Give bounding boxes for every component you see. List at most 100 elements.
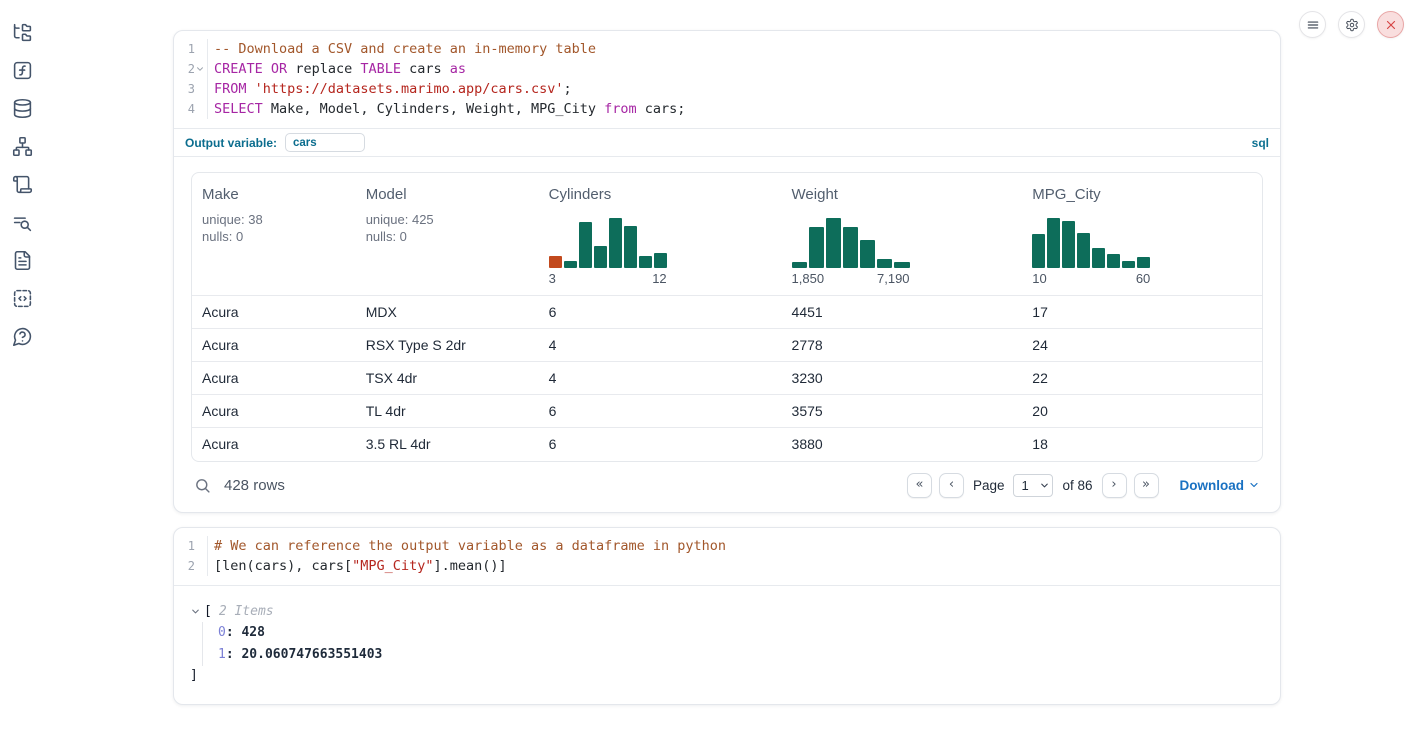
page-select[interactable]: 1 bbox=[1013, 474, 1053, 497]
table-cell: 6 bbox=[539, 395, 782, 428]
line-number: 3 bbox=[174, 79, 208, 99]
table-cell: 4451 bbox=[782, 296, 1023, 329]
table-cell: Acura bbox=[192, 329, 356, 362]
chevron-down-icon bbox=[190, 606, 201, 617]
histogram-bar bbox=[809, 227, 824, 268]
column-header-model[interactable]: Model unique: 425nulls: 0 bbox=[356, 173, 539, 296]
sidebar-item-code-snippet[interactable] bbox=[10, 286, 34, 310]
code-token: ].mean()] bbox=[433, 558, 506, 574]
first-page-button[interactable]: « bbox=[907, 473, 932, 498]
code-token bbox=[247, 81, 255, 97]
column-name: MPG_City bbox=[1032, 186, 1252, 203]
code-line[interactable]: 1# We can reference the output variable … bbox=[174, 536, 1280, 556]
table-cell: Acura bbox=[192, 428, 356, 461]
line-number: 2 bbox=[174, 556, 208, 576]
histogram-min-label: 1,850 bbox=[792, 271, 825, 286]
last-page-button[interactable]: » bbox=[1134, 473, 1159, 498]
column-name: Model bbox=[366, 186, 529, 203]
table-cell: TSX 4dr bbox=[356, 362, 539, 395]
column-header-weight[interactable]: Weight1,8507,190 bbox=[782, 173, 1023, 296]
histogram-bar bbox=[579, 222, 592, 268]
histogram-min-label: 10 bbox=[1032, 271, 1046, 286]
python-code-editor[interactable]: 1# We can reference the output variable … bbox=[174, 528, 1280, 585]
sidebar-item-help-bubble[interactable] bbox=[10, 324, 34, 348]
column-header-make[interactable]: Make unique: 38nulls: 0 bbox=[192, 173, 356, 296]
next-page-button[interactable]: › bbox=[1102, 473, 1127, 498]
histogram-bar bbox=[594, 246, 607, 268]
help-bubble-icon bbox=[12, 326, 33, 347]
tree-item[interactable]: 0: 428 bbox=[218, 622, 1263, 644]
table-row[interactable]: AcuraTL 4dr6357520 bbox=[192, 395, 1262, 428]
tree-root[interactable]: [ 2 Items bbox=[190, 602, 1263, 622]
code-line[interactable]: 1-- Download a CSV and create an in-memo… bbox=[174, 39, 1280, 59]
gear-button[interactable] bbox=[1338, 11, 1365, 38]
table-cell: 6 bbox=[539, 428, 782, 461]
tree-item[interactable]: 1: 20.060747663551403 bbox=[218, 644, 1263, 666]
code-token: # We can reference the output variable a… bbox=[214, 538, 726, 554]
code-token: replace bbox=[287, 61, 360, 77]
file-tree-icon bbox=[12, 22, 33, 43]
column-stat: unique: 38 bbox=[202, 211, 346, 228]
sql-cell: 1 -- Download a CSV and create an in-memo… bbox=[173, 30, 1281, 513]
sql-code-editor[interactable]: 1-- Download a CSV and create an in-memo… bbox=[174, 31, 1280, 128]
code-token: cars; bbox=[637, 101, 686, 117]
table-cell: MDX bbox=[356, 296, 539, 329]
sidebar-item-file-tree[interactable] bbox=[10, 20, 34, 44]
page-label: Page bbox=[973, 478, 1005, 493]
table-cell: 3575 bbox=[782, 395, 1023, 428]
sidebar-item-file-text[interactable] bbox=[10, 248, 34, 272]
code-line[interactable]: 4 SELECT Make, Model, Cylinders, Weight, … bbox=[174, 99, 1280, 119]
table-cell: 6 bbox=[539, 296, 782, 329]
column-name: Make bbox=[202, 186, 346, 203]
histogram-bar bbox=[1077, 233, 1090, 268]
column-name: Cylinders bbox=[549, 186, 772, 203]
output-variable-input[interactable] bbox=[285, 133, 365, 152]
python-cell: 1# We can reference the output variable … bbox=[173, 527, 1281, 705]
table-row[interactable]: AcuraTSX 4dr4323022 bbox=[192, 362, 1262, 395]
sidebar-item-logs-search[interactable] bbox=[10, 210, 34, 234]
table-row[interactable]: AcuraMDX6445117 bbox=[192, 296, 1262, 329]
histogram-bar bbox=[1122, 261, 1135, 268]
code-token: Make, Model, Cylinders, Weight, MPG_City bbox=[263, 101, 604, 117]
code-token: OR bbox=[271, 61, 287, 77]
column-header-mpg_city[interactable]: MPG_City1060 bbox=[1022, 173, 1262, 296]
column-stat: nulls: 0 bbox=[366, 228, 529, 245]
table-row[interactable]: AcuraRSX Type S 2dr4277824 bbox=[192, 329, 1262, 362]
code-token: "MPG_City" bbox=[352, 558, 433, 574]
histogram-bar bbox=[609, 218, 622, 268]
chevron-down-icon bbox=[195, 64, 205, 74]
sidebar-item-function-square[interactable] bbox=[10, 58, 34, 82]
search-icon[interactable] bbox=[194, 477, 211, 494]
sidebar-item-scroll[interactable] bbox=[10, 172, 34, 196]
download-link[interactable]: Download bbox=[1180, 477, 1261, 494]
histogram-bar bbox=[624, 226, 637, 268]
table-container: Makeunique: 38nulls: 0Modelunique: 425nu… bbox=[191, 172, 1263, 462]
code-line[interactable]: 2[len(cars), cars["MPG_City"].mean()] bbox=[174, 556, 1280, 576]
close-button[interactable] bbox=[1377, 11, 1404, 38]
column-stat: unique: 425 bbox=[366, 211, 529, 228]
sidebar-item-database[interactable] bbox=[10, 96, 34, 120]
language-badge: sql bbox=[1252, 136, 1269, 150]
histogram-bar bbox=[564, 261, 577, 268]
code-token: from bbox=[604, 101, 637, 117]
prev-page-button[interactable]: ‹ bbox=[939, 473, 964, 498]
menu-button[interactable] bbox=[1299, 11, 1326, 38]
table-row[interactable]: Acura3.5 RL 4dr6388018 bbox=[192, 428, 1262, 461]
code-line[interactable]: 3FROM 'https://datasets.marimo.app/cars.… bbox=[174, 79, 1280, 99]
column-header-cylinders[interactable]: Cylinders312 bbox=[539, 173, 782, 296]
line-number: 4 bbox=[174, 99, 208, 119]
table-body: AcuraMDX6445117AcuraRSX Type S 2dr427782… bbox=[192, 296, 1262, 461]
code-line[interactable]: 2CREATE OR replace TABLE cars as bbox=[174, 59, 1280, 79]
line-number: 2 bbox=[174, 59, 208, 79]
chevron-down-icon[interactable] bbox=[190, 606, 201, 617]
histogram-bar bbox=[894, 262, 909, 268]
histogram-bar bbox=[826, 218, 841, 268]
code-token: SELECT bbox=[214, 101, 263, 117]
sidebar-item-dependency-graph[interactable] bbox=[10, 134, 34, 158]
histogram-bar bbox=[1137, 257, 1150, 268]
code-token: ; bbox=[564, 81, 572, 97]
column-stat: nulls: 0 bbox=[202, 228, 346, 245]
fold-chevron-icon[interactable] bbox=[195, 64, 206, 75]
code-token: -- Download a CSV and create an in-memor… bbox=[214, 41, 596, 57]
histogram-bar bbox=[654, 253, 667, 268]
